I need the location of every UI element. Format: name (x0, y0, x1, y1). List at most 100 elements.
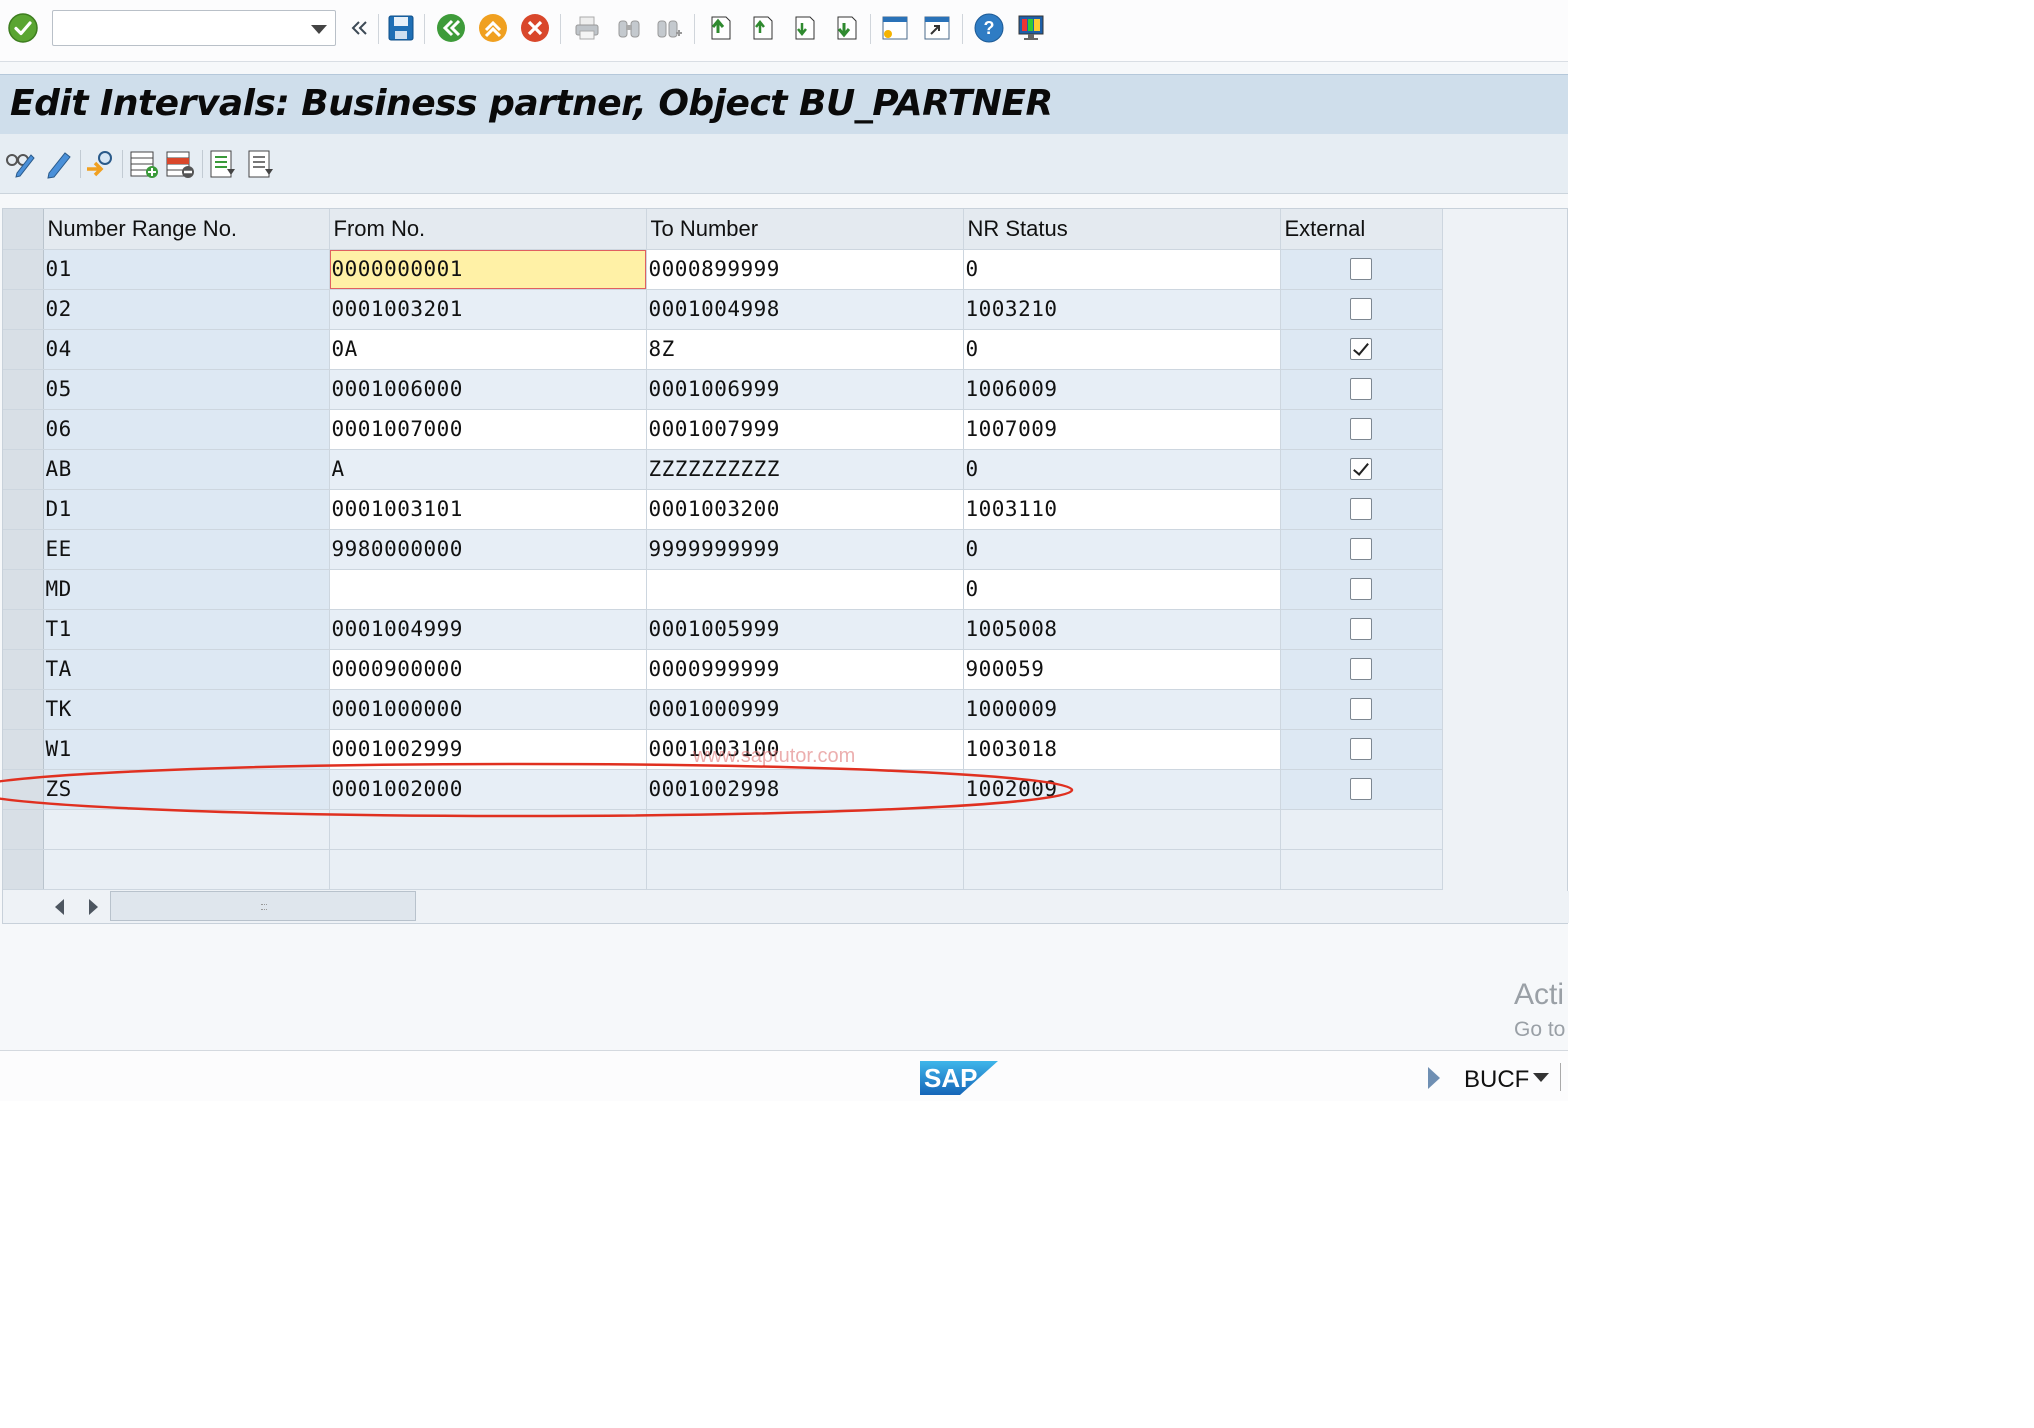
customize-layout-icon[interactable] (1014, 11, 1048, 45)
nr-status-input[interactable]: 1003110 (963, 489, 1281, 530)
row-selector[interactable] (3, 529, 44, 570)
external-checkbox[interactable] (1350, 658, 1372, 680)
nr-status-input[interactable]: 900059 (963, 649, 1281, 690)
nr-status-input[interactable]: 0 (963, 529, 1281, 570)
display-change-icon[interactable] (2, 146, 38, 182)
scroll-right-icon[interactable] (89, 899, 98, 915)
from-no-input[interactable]: 0001003201 (329, 289, 647, 330)
select-all-rows-button[interactable] (3, 209, 44, 250)
row-selector[interactable] (3, 609, 44, 650)
system-info-expand-icon[interactable] (1428, 1067, 1440, 1089)
last-page-icon[interactable] (828, 11, 862, 45)
horizontal-scrollbar[interactable] (3, 891, 1569, 923)
nr-status-input[interactable]: 1007009 (963, 409, 1281, 450)
nr-status-input[interactable]: 1000009 (963, 689, 1281, 730)
to-number-input[interactable]: 0001002998 (646, 769, 964, 810)
from-no-input[interactable]: 0000900000 (329, 649, 647, 690)
from-no-input[interactable]: A (329, 449, 647, 490)
to-number-input[interactable]: ZZZZZZZZZZ (646, 449, 964, 490)
to-number-input[interactable] (646, 569, 964, 610)
deselect-all-icon[interactable] (244, 146, 280, 182)
row-selector[interactable] (3, 369, 44, 410)
save-icon[interactable] (384, 11, 418, 45)
nr-status-input[interactable]: 1003018 (963, 729, 1281, 770)
to-number-input[interactable]: 0001007999 (646, 409, 964, 450)
external-checkbox[interactable] (1350, 778, 1372, 800)
back-icon[interactable] (342, 11, 376, 45)
next-page-icon[interactable] (786, 11, 820, 45)
command-input[interactable] (59, 17, 299, 39)
create-shortcut-icon[interactable] (920, 11, 954, 45)
row-selector[interactable] (3, 289, 44, 330)
from-no-input[interactable]: 0001004999 (329, 609, 647, 650)
nr-status-input[interactable]: 0 (963, 249, 1281, 290)
exit-icon[interactable] (476, 11, 510, 45)
from-no-input[interactable]: 0A (329, 329, 647, 370)
first-page-icon[interactable] (702, 11, 736, 45)
external-checkbox[interactable] (1350, 298, 1372, 320)
row-selector[interactable] (3, 409, 44, 450)
to-number-input[interactable]: 0001004998 (646, 289, 964, 330)
where-used-icon[interactable] (84, 146, 120, 182)
nr-status-input[interactable]: 0 (963, 329, 1281, 370)
external-checkbox[interactable] (1350, 258, 1372, 280)
from-no-input[interactable]: 0001003101 (329, 489, 647, 530)
command-history-dropdown-icon[interactable] (311, 25, 327, 34)
from-no-input[interactable]: 0000000001 (329, 249, 647, 290)
help-icon[interactable]: ? (972, 11, 1006, 45)
external-checkbox[interactable] (1350, 498, 1372, 520)
select-all-icon[interactable] (206, 146, 242, 182)
create-session-icon[interactable] (878, 11, 912, 45)
nr-status-input[interactable]: 1006009 (963, 369, 1281, 410)
from-no-input[interactable]: 0001007000 (329, 409, 647, 450)
from-no-input[interactable]: 0001002999 (329, 729, 647, 770)
to-number-input[interactable]: 0000899999 (646, 249, 964, 290)
print-icon[interactable] (570, 11, 604, 45)
to-number-input[interactable]: 0001000999 (646, 689, 964, 730)
external-checkbox[interactable] (1350, 338, 1372, 360)
to-number-input[interactable]: 0001003100 (646, 729, 964, 770)
find-next-icon[interactable] (652, 11, 686, 45)
external-checkbox[interactable] (1350, 618, 1372, 640)
column-header-from-no[interactable]: From No. (329, 209, 647, 250)
row-selector[interactable] (3, 729, 44, 770)
external-checkbox[interactable] (1350, 458, 1372, 480)
insert-interval-icon[interactable] (126, 146, 162, 182)
row-selector[interactable] (3, 689, 44, 730)
scroll-left-icon[interactable] (55, 899, 64, 915)
external-checkbox[interactable] (1350, 538, 1372, 560)
external-checkbox[interactable] (1350, 578, 1372, 600)
command-field[interactable] (52, 10, 336, 46)
to-number-input[interactable]: 0001006999 (646, 369, 964, 410)
delete-interval-icon[interactable] (162, 146, 198, 182)
row-selector[interactable] (3, 249, 44, 290)
scrollbar-thumb[interactable] (110, 891, 416, 921)
nr-status-input[interactable]: 1002009 (963, 769, 1281, 810)
column-header-to-number[interactable]: To Number (646, 209, 964, 250)
row-selector[interactable] (3, 769, 44, 810)
to-number-input[interactable]: 0001003200 (646, 489, 964, 530)
from-no-input[interactable] (329, 569, 647, 610)
from-no-input[interactable]: 9980000000 (329, 529, 647, 570)
row-selector[interactable] (3, 649, 44, 690)
change-pencil-icon[interactable] (40, 146, 76, 182)
to-number-input[interactable]: 9999999999 (646, 529, 964, 570)
row-selector[interactable] (3, 329, 44, 370)
row-selector[interactable] (3, 849, 44, 890)
find-icon[interactable] (612, 11, 646, 45)
system-dropdown-icon[interactable] (1533, 1073, 1549, 1082)
row-selector[interactable] (3, 449, 44, 490)
column-header-nr-status[interactable]: NR Status (963, 209, 1281, 250)
nr-status-input[interactable]: 1003210 (963, 289, 1281, 330)
to-number-input[interactable]: 8Z (646, 329, 964, 370)
row-selector[interactable] (3, 489, 44, 530)
from-no-input[interactable]: 0001006000 (329, 369, 647, 410)
from-no-input[interactable]: 0001000000 (329, 689, 647, 730)
nr-status-input[interactable]: 1005008 (963, 609, 1281, 650)
column-header-external[interactable]: External (1280, 209, 1443, 250)
previous-page-icon[interactable] (744, 11, 778, 45)
external-checkbox[interactable] (1350, 698, 1372, 720)
external-checkbox[interactable] (1350, 418, 1372, 440)
to-number-input[interactable]: 0001005999 (646, 609, 964, 650)
nr-status-input[interactable]: 0 (963, 569, 1281, 610)
